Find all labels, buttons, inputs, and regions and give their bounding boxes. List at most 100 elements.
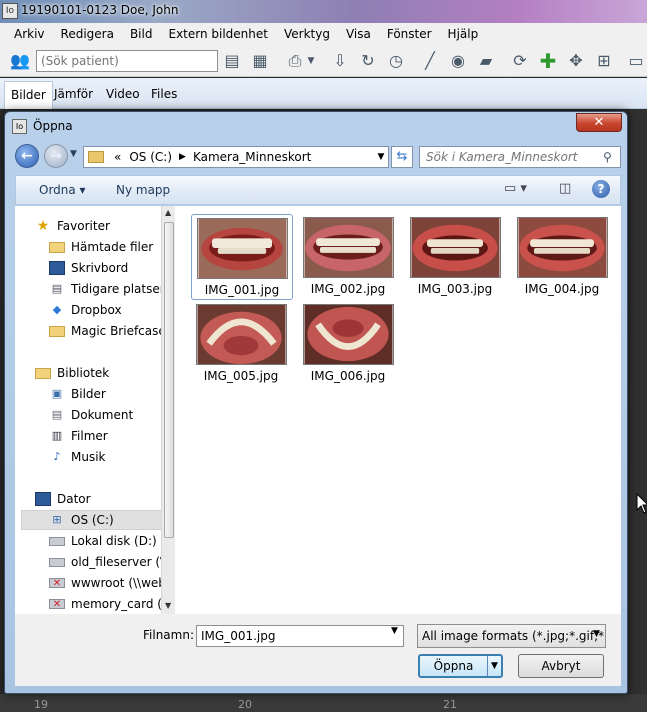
main-toolbar: 👥 ▤ ▦ ⎙ ▼ ⇩ ↻ ◷ ╱ ◉ ▰ ⟳ ✚ ✥ ⊞ ▭ [0,44,647,77]
search-icon[interactable]: ⚲ [603,150,612,164]
file-item-img-001[interactable]: IMG_001.jpg [191,214,293,300]
app-title: 19190101-0123 Doe, John [21,3,179,17]
menu-hjalp[interactable]: Hjälp [440,27,487,41]
tree-item-wwwroot[interactable]: ✕ wwwroot (\\web [49,573,166,593]
tree-item-downloads[interactable]: Hämtade filer [49,237,153,257]
tree-item-documents[interactable]: ▤ Dokument [49,405,133,425]
video-camera-icon[interactable]: ▰ [474,50,498,72]
tree-item-os-c[interactable]: ⊞ OS (C:) [21,510,170,530]
back-button[interactable]: ← [15,144,39,168]
view-tabs: Bilder Jämför Video Files [0,78,647,109]
tree-favorites[interactable]: ★ Favoriter [35,216,110,236]
probe-icon[interactable]: ╱ [418,50,442,72]
sync-icon[interactable]: ⟳ [508,50,532,72]
dropbox-icon: ◆ [52,303,62,316]
breadcrumb-kamera-minneskort[interactable]: Kamera_Minneskort [189,150,315,164]
tree-item-local-disk-d[interactable]: Lokal disk (D:) [49,531,157,551]
tree-item-recent-places[interactable]: ▤ Tidigare platser [49,279,165,299]
file-name: IMG_002.jpg [310,282,386,296]
tab-jamfor[interactable]: Jämför [48,81,99,109]
menu-redigera[interactable]: Redigera [53,27,122,41]
address-dropdown-icon[interactable]: ▼ [374,152,388,162]
file-name: IMG_003.jpg [417,282,493,296]
help-button[interactable]: ? [592,180,610,198]
forward-button[interactable]: → [44,144,68,168]
tree-label: old_fileserver (\\1 [71,555,171,569]
dental-photo-thumbnail [410,217,501,278]
add-icon[interactable]: ✚ [536,50,560,72]
menu-bild[interactable]: Bild [122,27,161,41]
scroll-down-icon[interactable]: ▼ [165,601,171,610]
menu-verktyg[interactable]: Verktyg [276,27,338,41]
scroll-up-icon[interactable]: ▲ [165,208,171,217]
file-item-img-002[interactable]: IMG_002.jpg [298,214,400,300]
menu-extern-bildenhet[interactable]: Extern bildenhet [160,27,276,41]
tree-libraries[interactable]: Bibliotek [35,363,109,383]
layout-icon[interactable]: ⊞ [592,50,616,72]
view-options-icon[interactable]: ▭ ▾ [504,181,527,196]
camera-icon[interactable]: ◉ [446,50,470,72]
menu-fonster[interactable]: Fönster [379,27,440,41]
tree-item-dropbox[interactable]: ◆ Dropbox [49,300,122,320]
print-icon[interactable]: ⎙ [283,50,307,72]
cancel-button[interactable]: Avbryt [518,654,604,678]
tree-computer[interactable]: Dator [35,489,91,509]
print-dropdown-icon[interactable]: ▼ [305,50,317,72]
file-item-img-003[interactable]: IMG_003.jpg [405,214,507,300]
file-item-img-006[interactable]: IMG_006.jpg [298,301,400,387]
folder-clock-icon[interactable]: ◷ [384,50,408,72]
tree-label: Tidigare platser [71,282,165,296]
tree-item-music[interactable]: ♪ Musik [49,447,105,467]
windows-drive-icon: ⊞ [52,513,62,526]
patient-search-input[interactable] [36,50,218,72]
file-type-dropdown-icon[interactable]: ▼ [593,629,600,639]
disconnected-drive-icon: ✕ [49,578,65,589]
tree-label: Hämtade filer [71,240,154,254]
recent-locations-dropdown-icon[interactable]: ▼ [70,149,77,159]
music-icon: ♪ [53,450,61,463]
tab-files[interactable]: Files [145,81,183,109]
file-type-select[interactable]: All image formats (*.jpg;*.gif;*.l [417,624,606,648]
import-icon[interactable]: ⇩ [328,50,352,72]
breadcrumb-separator-icon[interactable]: ▶ [176,152,189,162]
tree-item-old-fileserver[interactable]: old_fileserver (\\1 [49,552,171,572]
new-folder-button[interactable]: Ny mapp [116,183,170,197]
file-list: IMG_001.jpg IMG_002.jpg IMG_003.jpg IMG_… [175,206,647,614]
breadcrumb-os-c[interactable]: OS (C:) [125,150,176,164]
file-name: IMG_005.jpg [203,369,279,383]
search-input[interactable] [419,146,621,168]
folder-refresh-icon[interactable]: ↻ [356,50,380,72]
breadcrumb-overflow[interactable]: « [110,150,125,164]
navigation-row: ← → ▼ « OS (C:) ▶ Kamera_Minneskort ▼ ⇆ … [15,144,621,170]
menu-visa[interactable]: Visa [338,27,379,41]
preview-pane-icon[interactable]: ◫ [559,181,571,196]
tab-bilder[interactable]: Bilder [4,81,53,109]
tree-item-magic-briefcase[interactable]: Magic Briefcase [49,321,166,341]
filename-dropdown-icon[interactable]: ▼ [391,626,398,636]
patient-card-icon[interactable]: ▤ [220,50,244,72]
tab-video[interactable]: Video [100,81,146,109]
open-options-dropdown-icon[interactable]: ▼ [487,656,501,676]
patients-icon[interactable]: 👥 [8,50,32,72]
tree-item-pictures[interactable]: ▣ Bilder [49,384,106,404]
comment-icon[interactable]: ▭ [624,50,647,72]
tree-label: Filmer [71,429,108,443]
filename-input[interactable]: IMG_001.jpg [196,625,404,647]
file-name: IMG_001.jpg [204,283,280,297]
tree-label: Dropbox [71,303,122,317]
file-item-img-005[interactable]: IMG_005.jpg [191,301,293,387]
tree-item-desktop[interactable]: Skrivbord [49,258,128,278]
scrollbar-thumb[interactable] [164,222,174,538]
tree-item-memory-card[interactable]: ✕ memory_card (\\ [49,594,170,614]
address-bar[interactable]: « OS (C:) ▶ Kamera_Minneskort ▼ [83,146,389,168]
move-icon[interactable]: ✥ [564,50,588,72]
close-button[interactable]: ✕ [576,113,622,132]
menu-arkiv[interactable]: Arkiv [0,27,53,41]
organize-button[interactable]: Ordna ▾ [39,183,86,197]
refresh-button[interactable]: ⇆ [391,146,413,168]
mouse-cursor-icon [636,493,647,514]
grid-view-icon[interactable]: ▦ [248,50,272,72]
file-item-img-004[interactable]: IMG_004.jpg [512,214,614,300]
navigation-scrollbar[interactable]: ▲ ▼ [161,206,175,614]
tree-item-videos[interactable]: ▥ Filmer [49,426,108,446]
